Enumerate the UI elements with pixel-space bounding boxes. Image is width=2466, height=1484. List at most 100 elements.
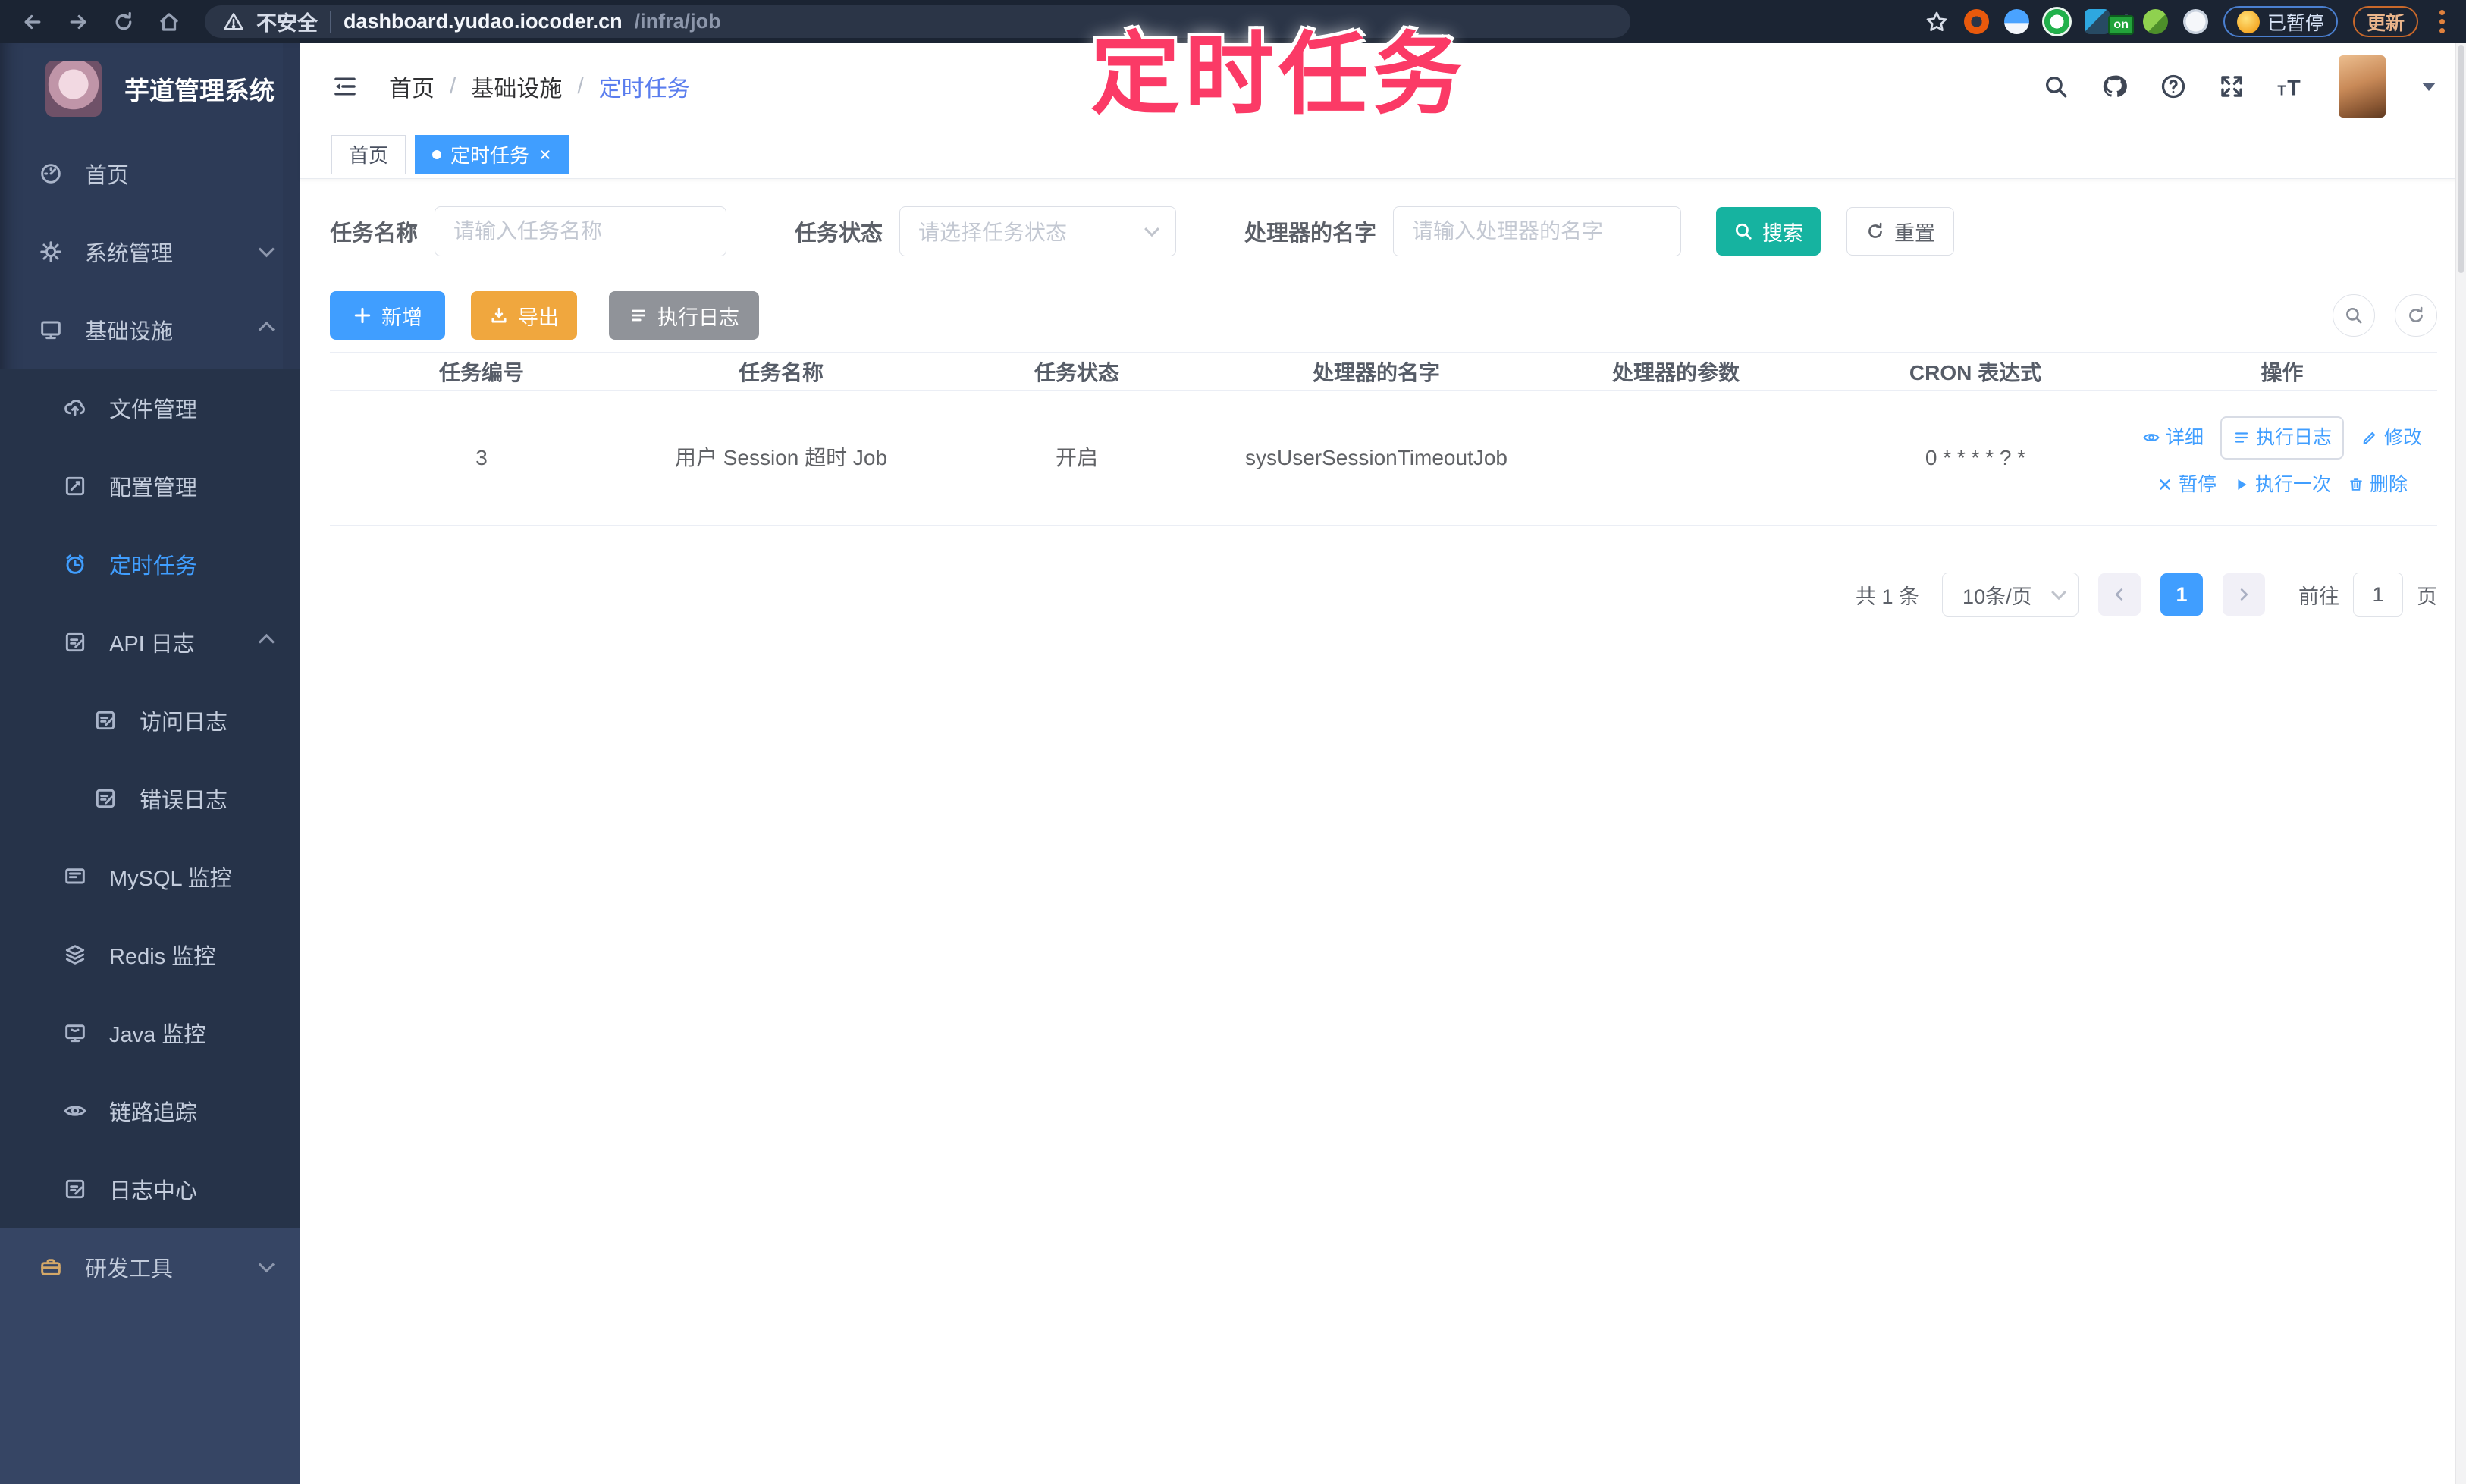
arrow-left-icon <box>24 14 41 29</box>
job-log-link[interactable]: 执行日志 <box>2220 416 2345 460</box>
tab-close-icon[interactable] <box>538 148 552 162</box>
sidebar-item-access-log[interactable]: 访问日志 <box>0 681 300 759</box>
job-status-select[interactable]: 请选择任务状态 <box>899 206 1177 256</box>
sidebar-item-infra[interactable]: 基础设施 <box>0 290 300 369</box>
sidebar-item-log-center[interactable]: 日志中心 <box>0 1150 300 1228</box>
extension-icon-on[interactable]: on <box>2108 13 2134 35</box>
sidebar-item-scheduled-job[interactable]: 定时任务 <box>0 525 300 603</box>
fullscreen-icon[interactable] <box>2219 74 2245 99</box>
refresh-table-button[interactable] <box>2395 294 2438 337</box>
sidebar-item-mysql-monitor[interactable]: MySQL 监控 <box>0 837 300 915</box>
sidebar-item-file-manage[interactable]: 文件管理 <box>0 369 300 447</box>
extension-icon-leaf[interactable] <box>2142 9 2168 34</box>
browser-back-button[interactable] <box>15 5 50 39</box>
table-header-row: 任务编号 任务名称 任务状态 处理器的名字 处理器的参数 CRON 表达式 操作 <box>330 353 2438 391</box>
add-button[interactable]: 新增 <box>330 291 445 340</box>
sidebar-item-label: 链路追踪 <box>109 1100 198 1125</box>
star-icon <box>1926 11 1947 31</box>
breadcrumb-home[interactable]: 首页 <box>389 70 435 103</box>
pencil-icon <box>2363 432 2376 444</box>
extension-icon-blue[interactable] <box>2084 9 2110 34</box>
user-menu-caret-icon[interactable] <box>2422 82 2436 91</box>
table-toolbar: 新增 导出 执行日志 <box>330 291 2438 340</box>
pagination-total: 共 1 条 <box>1856 585 1920 608</box>
page-number-button[interactable]: 1 <box>2160 573 2204 616</box>
toggle-search-button[interactable] <box>2333 294 2376 337</box>
scrollbar-thumb[interactable] <box>2458 45 2464 273</box>
tabs-bar: 首页 定时任务 <box>300 130 2466 179</box>
browser-home-button[interactable] <box>152 5 187 39</box>
emoji-face-icon <box>2236 10 2260 33</box>
extension-icon-white[interactable] <box>2182 9 2208 34</box>
extension-icon-blue-pin[interactable] <box>2003 9 2029 34</box>
search-icon[interactable] <box>2043 74 2069 99</box>
app-title: 芋道管理系统 <box>124 77 275 105</box>
sidebar-devtools-block: 研发工具 <box>0 1228 300 1484</box>
breadcrumb-current: 定时任务 <box>598 77 690 102</box>
svg-text:T: T <box>2287 76 2301 100</box>
cell-job-id: 3 <box>475 445 488 469</box>
paused-badge[interactable]: 已暂停 <box>2223 6 2338 37</box>
plus-icon <box>354 307 371 324</box>
edit-link[interactable]: 修改 <box>2361 423 2422 453</box>
refresh-icon <box>2409 306 2423 322</box>
warning-icon <box>224 12 243 30</box>
search-button[interactable]: 搜索 <box>1716 207 1821 256</box>
page-size-select[interactable]: 10条/页 <box>1942 573 2079 617</box>
run-once-link[interactable]: 执行一次 <box>2233 470 2331 500</box>
extension-icon-green-check[interactable] <box>2044 9 2069 34</box>
trash-icon <box>2350 478 2362 491</box>
browser-forward-button[interactable] <box>61 5 96 39</box>
browser-menu-button[interactable] <box>2433 10 2451 33</box>
tab-scheduled-job[interactable]: 定时任务 <box>415 134 570 174</box>
sidebar-item-java-monitor[interactable]: Java 监控 <box>0 993 300 1071</box>
user-avatar[interactable] <box>2339 55 2386 118</box>
chevron-right-icon <box>2240 588 2248 601</box>
detail-link-label: 详细 <box>2166 426 2204 448</box>
dashboard-icon <box>36 162 65 186</box>
extension-icon-orange[interactable] <box>1963 9 1989 34</box>
add-button-label: 新增 <box>381 306 422 329</box>
pagination: 共 1 条 10条/页 1 前往 页 <box>330 573 2437 617</box>
chevron-down-icon <box>258 241 275 258</box>
sidebar-item-api-log[interactable]: API 日志 <box>0 603 300 681</box>
breadcrumb-infra[interactable]: 基础设施 <box>471 70 562 103</box>
pause-link[interactable]: 暂停 <box>2157 470 2217 500</box>
sidebar-fold-button[interactable] <box>331 73 359 100</box>
help-icon[interactable] <box>2160 73 2187 100</box>
sidebar-item-dev-tools[interactable]: 研发工具 <box>0 1228 300 1306</box>
update-button[interactable]: 更新 <box>2352 6 2418 37</box>
sidebar-item-redis-monitor[interactable]: Redis 监控 <box>0 915 300 993</box>
search-button-label: 搜索 <box>1762 221 1804 245</box>
export-button[interactable]: 导出 <box>471 291 577 340</box>
sidebar-item-home[interactable]: 首页 <box>0 134 300 212</box>
delete-link[interactable]: 删除 <box>2348 470 2408 500</box>
tab-home[interactable]: 首页 <box>331 134 406 174</box>
sidebar-item-label: 定时任务 <box>109 554 198 579</box>
col-handler-name: 处理器的名字 <box>1312 360 1440 384</box>
table-utilities <box>2333 294 2438 337</box>
sidebar-item-label: Redis 监控 <box>109 944 216 969</box>
handler-name-input[interactable] <box>1412 219 1663 243</box>
sidebar-item-trace[interactable]: 链路追踪 <box>0 1071 300 1150</box>
app-logo-row[interactable]: 芋道管理系统 <box>0 43 300 134</box>
detail-link[interactable]: 详细 <box>2142 423 2204 453</box>
sidebar-item-system[interactable]: 系统管理 <box>0 212 300 290</box>
edit-square-icon <box>61 474 89 498</box>
browser-reload-button[interactable] <box>106 5 141 39</box>
job-name-input[interactable] <box>453 219 708 243</box>
reset-button[interactable]: 重置 <box>1846 207 1955 256</box>
goto-page-input[interactable] <box>2353 573 2404 617</box>
delete-link-label: 删除 <box>2370 473 2408 495</box>
sidebar-item-config-manage[interactable]: 配置管理 <box>0 447 300 525</box>
page-scrollbar[interactable] <box>2455 43 2466 1484</box>
next-page-button[interactable] <box>2223 573 2266 616</box>
github-icon[interactable] <box>2100 73 2128 100</box>
prev-page-button[interactable] <box>2098 573 2141 616</box>
bookmark-star-icon[interactable] <box>1925 10 1949 34</box>
font-size-icon[interactable]: TT <box>2276 73 2307 100</box>
execution-log-button[interactable]: 执行日志 <box>609 291 759 340</box>
sidebar-item-error-log[interactable]: 错误日志 <box>0 759 300 837</box>
tab-label: 定时任务 <box>450 144 530 167</box>
url-host: dashboard.yudao.iocoder.cn <box>344 10 623 33</box>
